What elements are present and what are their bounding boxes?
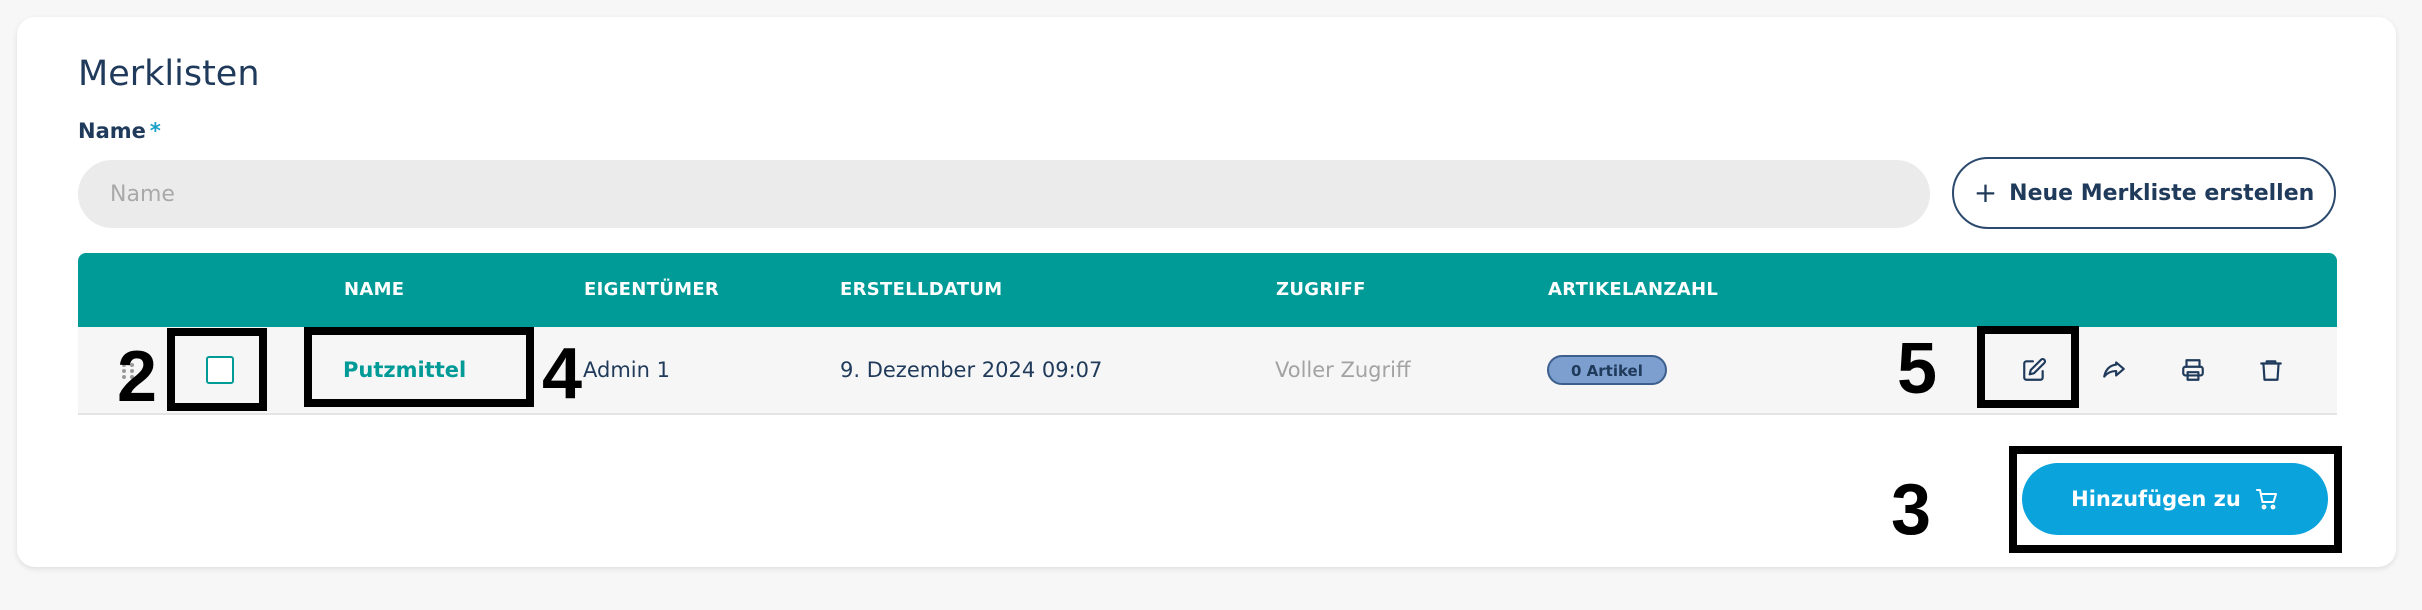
article-count-badge: 0 Artikel [1547, 355, 1667, 385]
plus-icon: + [1973, 176, 1998, 209]
name-field-label: Name * [78, 119, 161, 143]
column-header-name: NAME [344, 279, 405, 300]
annotation-box-edit [1977, 326, 2079, 408]
column-header-created: ERSTELLDATUM [840, 279, 1003, 300]
share-button[interactable] [2093, 349, 2135, 391]
trash-icon [2260, 360, 2282, 381]
name-input[interactable] [78, 160, 1930, 228]
print-icon [2182, 359, 2204, 381]
access-cell: Voller Zugriff [1275, 358, 1411, 382]
annotation-number-2: 2 [117, 337, 158, 417]
column-header-access: ZUGRIFF [1276, 279, 1366, 300]
delete-button[interactable] [2250, 349, 2292, 391]
column-header-owner: EIGENTÜMER [584, 279, 720, 300]
create-list-button[interactable]: + Neue Merkliste erstellen [1952, 157, 2336, 229]
annotation-number-3: 3 [1891, 470, 1932, 550]
annotation-number-5: 5 [1897, 329, 1938, 409]
print-button[interactable] [2172, 349, 2214, 391]
created-date-cell: 9. Dezember 2024 09:07 [840, 358, 1103, 382]
annotation-box-list-name [304, 327, 534, 407]
name-label-text: Name [78, 119, 146, 143]
share-icon [2103, 361, 2125, 378]
required-mark: * [149, 119, 161, 143]
annotation-box-checkbox [167, 328, 267, 411]
create-list-button-label: Neue Merkliste erstellen [2009, 180, 2315, 206]
table-header: NAME EIGENTÜMER ERSTELLDATUM ZUGRIFF ART… [78, 253, 2337, 327]
annotation-box-add-button [2009, 446, 2342, 553]
column-header-article-count: ARTIKELANZAHL [1548, 279, 1719, 300]
page-title: Merklisten [78, 54, 260, 94]
owner-cell: Admin 1 [583, 358, 670, 382]
annotation-number-4: 4 [542, 334, 583, 414]
